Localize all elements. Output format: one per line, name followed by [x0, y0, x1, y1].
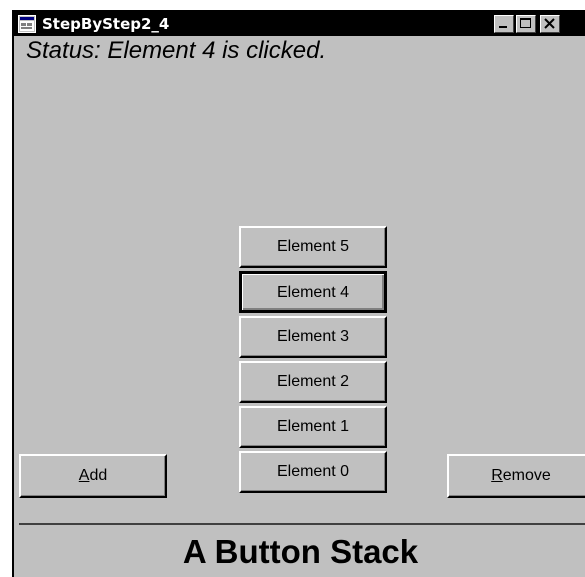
maximize-button[interactable] [516, 15, 536, 33]
stack-button-element-0[interactable]: Element 0 [239, 451, 387, 493]
maximize-icon [520, 18, 531, 28]
add-button[interactable]: Add [19, 454, 167, 498]
remove-button[interactable]: Remove [447, 454, 585, 498]
stack-button-element-1[interactable]: Element 1 [239, 406, 387, 448]
app-window: StepByStep2_4 Status: Element 4 is click… [12, 10, 585, 577]
stack-title: A Button Stack [182, 533, 419, 570]
stack-button-element-4[interactable]: Element 4 [239, 271, 387, 313]
stack-button-element-5[interactable]: Element 5 [239, 226, 387, 268]
stack-button-element-2[interactable]: Element 2 [239, 361, 387, 403]
title-bar[interactable]: StepByStep2_4 [14, 12, 585, 36]
minimize-icon [499, 26, 507, 28]
minimize-button[interactable] [494, 15, 514, 33]
close-button[interactable] [540, 15, 560, 33]
status-text: Status: Element 4 is clicked. [26, 37, 327, 64]
stack-button-element-3[interactable]: Element 3 [239, 316, 387, 358]
window-title: StepByStep2_4 [42, 15, 170, 33]
window-app-icon[interactable] [18, 15, 36, 33]
close-icon [544, 18, 555, 29]
divider [19, 523, 585, 525]
